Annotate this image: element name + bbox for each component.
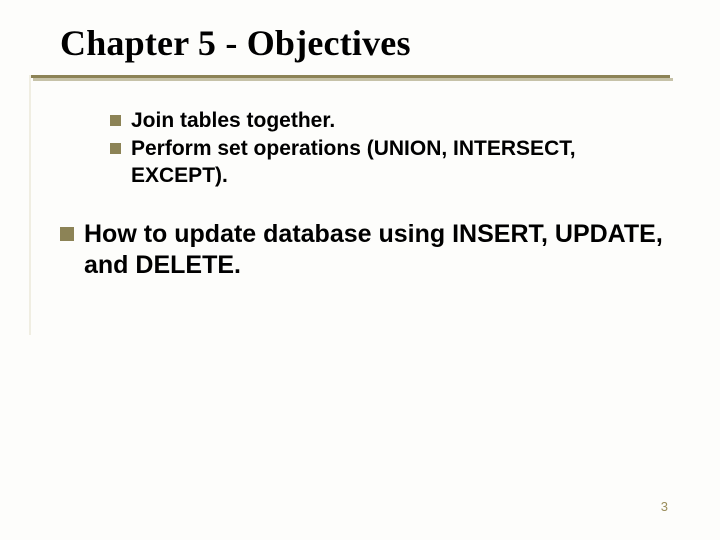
list-item: Perform set operations (UNION, INTERSECT…: [110, 136, 670, 189]
square-bullet-icon: [60, 227, 74, 241]
bullet-text: Join tables together.: [131, 108, 335, 134]
bullet-text: Perform set operations (UNION, INTERSECT…: [131, 136, 670, 189]
list-item: Join tables together.: [110, 108, 670, 134]
square-bullet-icon: [110, 115, 121, 126]
sub-bullet-list: Join tables together. Perform set operat…: [110, 108, 670, 189]
slide-title: Chapter 5 - Objectives: [60, 22, 411, 64]
list-item: How to update database using INSERT, UPD…: [60, 219, 670, 282]
page-number: 3: [661, 499, 668, 514]
bullet-text: How to update database using INSERT, UPD…: [84, 219, 670, 282]
left-vertical-rule: [29, 75, 31, 335]
slide-body: Join tables together. Perform set operat…: [60, 108, 670, 283]
spacer: [60, 191, 670, 219]
title-underline-shadow: [33, 78, 673, 81]
slide: Chapter 5 - Objectives Join tables toget…: [0, 0, 720, 540]
square-bullet-icon: [110, 143, 121, 154]
